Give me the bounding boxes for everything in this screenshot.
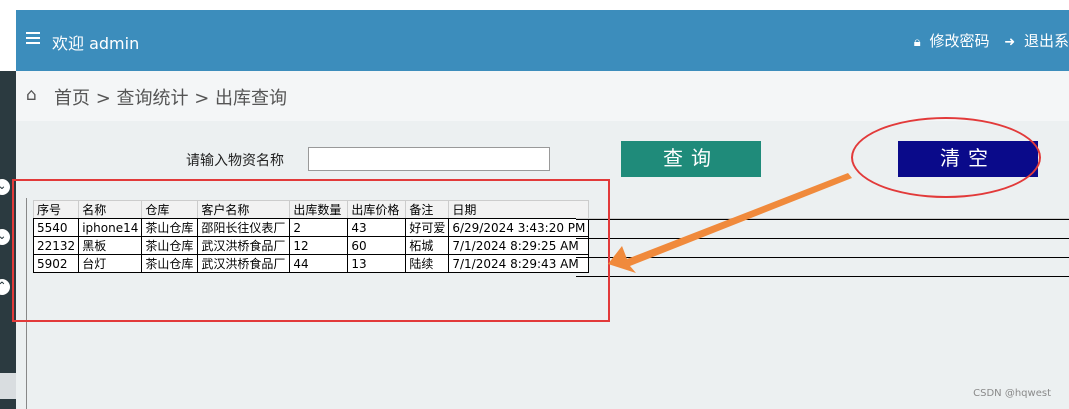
breadcrumb: ⌂ 首页 > 查询统计 > 出库查询 [16, 71, 1069, 121]
annotation-ellipse [851, 117, 1041, 198]
chevron-down-icon[interactable]: ⌄ [0, 179, 10, 195]
chevron-down-icon[interactable]: ⌄ [0, 229, 10, 245]
logout-link[interactable]: 退出系 [1024, 32, 1069, 50]
annotation-arrow [608, 173, 852, 273]
top-navbar: 欢迎 admin 🔒︎ 修改密码 ➜ 退出系 [16, 10, 1069, 71]
annotation-box [12, 179, 610, 322]
search-input[interactable] [308, 147, 550, 171]
chevron-up-icon[interactable]: ⌃ [0, 279, 10, 295]
home-icon[interactable]: ⌂ [26, 85, 37, 105]
top-right-actions: 🔒︎ 修改密码 ➜ 退出系 [910, 30, 1069, 51]
lock-icon: 🔒︎ [913, 35, 921, 50]
breadcrumb-text: 首页 > 查询统计 > 出库查询 [54, 88, 288, 109]
sidebar-selected-item[interactable] [0, 373, 16, 399]
exit-icon: ➜ [1004, 35, 1016, 50]
search-label: 请输入物资名称 [186, 153, 284, 169]
welcome-text: 欢迎 admin [52, 34, 140, 53]
menu-icon[interactable] [26, 32, 40, 44]
change-password-link[interactable]: 修改密码 [930, 32, 990, 50]
watermark: CSDN @hqwest [973, 388, 1051, 399]
